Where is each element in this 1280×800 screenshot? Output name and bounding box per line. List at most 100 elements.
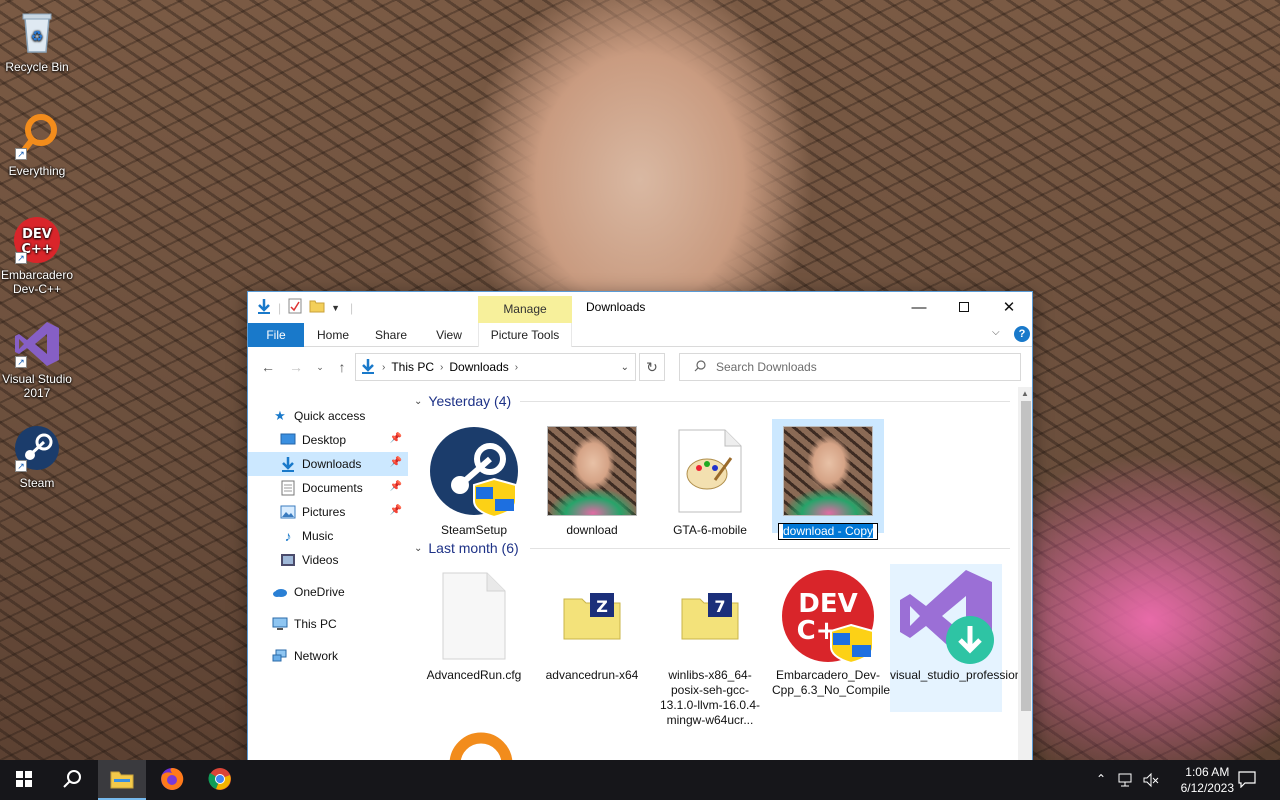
nav-quick-access[interactable]: ★ Quick access — [248, 404, 408, 428]
arrow-left-icon: ← — [261, 359, 275, 375]
nav-videos[interactable]: Videos — [248, 548, 408, 572]
title-bar[interactable]: | ▼ | Manage Downloads — ✕ — [248, 292, 1032, 323]
recycle-bin-icon: ♻ — [13, 8, 61, 56]
maximize-button[interactable] — [941, 292, 987, 322]
forward-button[interactable]: → — [286, 357, 306, 377]
new-folder-icon[interactable] — [309, 298, 325, 317]
firefox-icon — [160, 767, 184, 794]
tab-home[interactable]: Home — [308, 323, 358, 347]
notification-center-icon[interactable] — [1238, 770, 1256, 791]
shortcut-arrow-icon: ↗ — [15, 460, 27, 472]
pin-icon[interactable]: 📌 — [390, 505, 402, 516]
tab-view[interactable]: View — [424, 323, 474, 347]
refresh-button[interactable]: ↻ — [639, 353, 665, 381]
file-item[interactable]: download — [536, 423, 648, 538]
nav-documents[interactable]: Documents 📌 — [248, 476, 408, 500]
file-item-selected[interactable]: download - Copy — [772, 419, 884, 540]
zip-archive-icon: Z — [544, 568, 640, 664]
pin-icon[interactable]: 📌 — [390, 433, 402, 444]
file-item[interactable]: GTA-6-mobile — [654, 423, 766, 538]
image-thumbnail — [544, 423, 640, 519]
file-item[interactable]: Z advancedrun-x64 — [536, 568, 648, 683]
file-name: visual_studio_professional_2017_setup — [890, 668, 1018, 682]
file-item[interactable]: 7 winlibs-x86_64-posix-seh-gcc-13.1.0-ll… — [654, 568, 766, 728]
chevron-down-icon: ⌄ — [414, 542, 423, 554]
breadcrumb-separator-icon: › — [514, 361, 519, 373]
nav-label: Downloads — [302, 457, 362, 471]
breadcrumb-this-pc[interactable]: This PC — [391, 360, 434, 374]
up-button[interactable]: ↑ — [332, 357, 352, 377]
arrow-up-icon: ↑ — [338, 359, 346, 375]
volume-muted-icon[interactable] — [1142, 772, 1160, 791]
recent-locations-button[interactable]: ⌄ — [310, 357, 330, 377]
desktop-icon-visual-studio[interactable]: ↗ Visual Studio 2017 — [0, 320, 74, 400]
nav-music[interactable]: ♪ Music — [248, 524, 408, 548]
group-header-last-month[interactable]: ⌄ Last month (6) — [414, 537, 519, 559]
chevron-down-icon[interactable]: ▼ — [331, 303, 340, 313]
pin-icon[interactable]: 📌 — [390, 481, 402, 492]
desktop-icon-everything[interactable]: ↗ Everything — [0, 112, 74, 178]
tab-share[interactable]: Share — [366, 323, 416, 347]
nav-this-pc[interactable]: This PC — [248, 612, 408, 636]
scroll-thumb[interactable] — [1021, 401, 1031, 711]
paint-file-icon — [662, 423, 758, 519]
start-button[interactable] — [0, 760, 48, 800]
nav-downloads[interactable]: Downloads 📌 — [248, 452, 408, 476]
nav-pictures[interactable]: Pictures 📌 — [248, 500, 408, 524]
minimize-button[interactable]: — — [896, 292, 942, 322]
system-clock[interactable]: 1:06 AM 6/12/2023 — [1181, 764, 1234, 796]
search-input[interactable]: Search Downloads — [679, 353, 1021, 381]
documents-icon — [280, 480, 296, 496]
blank-file-icon — [426, 568, 522, 664]
network-icon — [272, 648, 288, 664]
group-header-yesterday[interactable]: ⌄ Yesterday (4) — [414, 390, 511, 412]
show-hidden-icons-chevron-up-icon[interactable]: ⌃ — [1096, 772, 1106, 786]
chevron-down-icon[interactable]: ⌄ — [621, 362, 629, 373]
desktop-icon-steam[interactable]: ↗ Steam — [0, 424, 74, 490]
search-button[interactable] — [48, 760, 96, 800]
pin-icon[interactable]: 📌 — [390, 457, 402, 468]
nav-label: Network — [294, 649, 339, 663]
desktop-icon-label: Visual Studio 2017 — [2, 372, 72, 400]
close-button[interactable]: ✕ — [986, 292, 1032, 322]
nav-onedrive[interactable]: OneDrive — [248, 580, 408, 604]
back-button[interactable]: ← — [258, 357, 278, 377]
breadcrumb-downloads[interactable]: Downloads — [449, 360, 508, 374]
address-bar[interactable]: › This PC › Downloads › ⌄ — [355, 353, 636, 381]
network-status-icon[interactable] — [1118, 772, 1136, 791]
file-item-hover[interactable]: visual_studio_professional_2017_setup — [890, 564, 1018, 712]
taskbar-firefox[interactable] — [148, 760, 196, 800]
shortcut-arrow-icon: ↗ — [15, 148, 27, 160]
rename-field[interactable]: download - Copy — [777, 523, 879, 540]
file-item[interactable]: SteamSetup — [418, 423, 530, 538]
file-item[interactable]: AdvancedRun.cfg — [418, 568, 530, 683]
tab-manage[interactable]: Manage — [478, 296, 572, 323]
quick-access-toolbar: | ▼ | — [256, 298, 353, 317]
download-arrow-icon — [256, 298, 272, 317]
expand-ribbon-icon[interactable]: ⌵ — [992, 327, 1000, 338]
scroll-up-icon[interactable]: ▲ — [1021, 389, 1029, 398]
nav-network[interactable]: Network — [248, 644, 408, 668]
tab-file[interactable]: File — [248, 323, 304, 347]
tab-picture-tools[interactable]: Picture Tools — [478, 323, 572, 347]
vertical-scrollbar[interactable]: ▲ — [1018, 387, 1032, 799]
desktop-icon-recycle-bin[interactable]: ♻ Recycle Bin — [0, 8, 74, 74]
file-name: Embarcadero_Dev-Cpp_6.3_No_Compiler_Setu… — [772, 668, 933, 697]
svg-text:♻: ♻ — [31, 29, 44, 45]
taskbar-file-explorer[interactable] — [98, 760, 146, 800]
close-icon: ✕ — [1002, 299, 1016, 316]
music-note-icon: ♪ — [284, 528, 292, 544]
file-item[interactable]: DEV C+ Embarcadero_Dev-Cpp_6.3_No_Compil… — [772, 568, 933, 698]
taskbar-chrome[interactable] — [196, 760, 244, 800]
nav-desktop[interactable]: Desktop 📌 — [248, 428, 408, 452]
shortcut-arrow-icon: ↗ — [15, 252, 27, 264]
help-icon[interactable]: ? — [1014, 326, 1030, 342]
properties-icon[interactable] — [287, 298, 303, 317]
file-name: GTA-6-mobile — [673, 523, 747, 537]
nav-label: Quick access — [294, 409, 366, 423]
devcpp-installer-icon: DEV C+ — [780, 568, 876, 664]
desktop-icon-label: Steam — [19, 476, 55, 490]
desktop-icon-devcpp[interactable]: DEV C++ ↗ Embarcadero Dev-C++ — [0, 216, 74, 296]
image-thumbnail — [780, 423, 876, 519]
chevron-down-icon: ⌄ — [316, 362, 324, 372]
